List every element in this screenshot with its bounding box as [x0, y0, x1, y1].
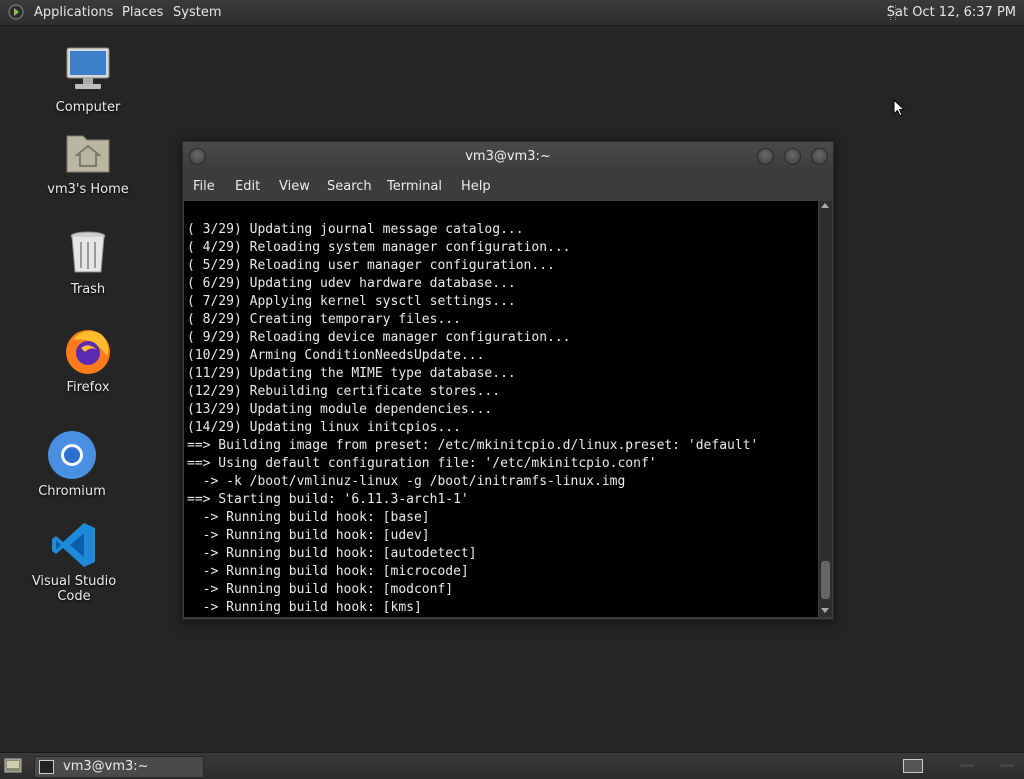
taskbar-item-label: vm3@vm3:~: [63, 759, 149, 774]
bottom-panel: vm3@vm3:~: [0, 752, 1024, 779]
terminal-output[interactable]: ( 3/29) Updating journal message catalog…: [184, 201, 818, 617]
menu-system[interactable]: System: [173, 0, 221, 25]
menu-terminal[interactable]: Terminal: [387, 179, 442, 194]
terminal-line: ( 3/29) Updating journal message catalog…: [187, 222, 524, 237]
menu-help[interactable]: Help: [461, 179, 491, 194]
terminal-line: (13/29) Updating module dependencies...: [187, 402, 493, 417]
desktop-icon-home[interactable]: vm3's Home: [28, 128, 148, 197]
top-panel: Applications Places System Sat Oct 12, 6…: [0, 0, 1024, 26]
desktop-icon-vscode[interactable]: Visual Studio Code: [14, 520, 134, 604]
terminal-icon: [39, 760, 54, 774]
menu-search[interactable]: Search: [327, 179, 372, 194]
show-desktop-icon[interactable]: [4, 758, 22, 773]
terminal-line: (14/29) Updating linux initcpios...: [187, 420, 461, 435]
terminal-line: -> -k /boot/vmlinuz-linux -g /boot/initr…: [187, 474, 626, 489]
mouse-cursor-icon: [893, 99, 905, 117]
desktop-icon-label: vm3's Home: [47, 182, 129, 197]
clock[interactable]: Sat Oct 12, 6:37 PM: [887, 0, 1016, 25]
window-titlebar[interactable]: vm3@vm3:~: [183, 142, 833, 172]
taskbar-item-terminal[interactable]: vm3@vm3:~: [34, 756, 204, 778]
terminal-line: -> Running build hook: [udev]: [187, 528, 430, 543]
scroll-up-arrow-icon[interactable]: [821, 203, 829, 208]
desktop-icon-label: Firefox: [66, 380, 110, 395]
menu-edit[interactable]: Edit: [235, 179, 260, 194]
menu-file[interactable]: File: [193, 179, 215, 194]
vscode-icon: [49, 520, 99, 570]
terminal-line: -> Running build hook: [base]: [187, 510, 430, 525]
workspace-3[interactable]: [1000, 764, 1014, 767]
applications-menu-icon[interactable]: [8, 4, 24, 20]
terminal-scrollbar[interactable]: [819, 201, 832, 617]
terminal-line: -> Running build hook: [microcode]: [187, 564, 469, 579]
desktop-icon-label: Computer: [55, 100, 121, 115]
terminal-line: ( 7/29) Applying kernel sysctl settings.…: [187, 294, 516, 309]
terminal-line: ( 6/29) Updating udev hardware database.…: [187, 276, 516, 291]
desktop-icon-chromium[interactable]: Chromium: [12, 430, 132, 499]
terminal-window[interactable]: vm3@vm3:~ File Edit View Search Terminal…: [182, 141, 834, 620]
window-title: vm3@vm3:~: [465, 149, 551, 164]
terminal-line: ( 9/29) Reloading device manager configu…: [187, 330, 571, 345]
terminal-line: ==> Using default configuration file: '/…: [187, 456, 657, 471]
terminal-line: -> Running build hook: [autodetect]: [187, 546, 477, 561]
terminal-line: (11/29) Updating the MIME type database.…: [187, 366, 516, 381]
terminal-line: ==> Building image from preset: /etc/mki…: [187, 438, 759, 453]
desktop-icon-label: Trash: [70, 282, 106, 297]
computer-icon: [63, 46, 113, 96]
terminal-line: ( 5/29) Reloading user manager configura…: [187, 258, 555, 273]
close-button[interactable]: [811, 148, 828, 165]
menu-applications[interactable]: Applications: [34, 0, 113, 25]
desktop-icon-firefox[interactable]: Firefox: [28, 326, 148, 395]
desktop-icon-trash[interactable]: Trash: [28, 228, 148, 297]
desktop-icon-label: Visual Studio Code: [31, 574, 117, 604]
scroll-down-arrow-icon[interactable]: [821, 608, 829, 613]
desktop-icon-computer[interactable]: Computer: [28, 46, 148, 115]
menu-view[interactable]: View: [279, 179, 310, 194]
terminal-menubar: File Edit View Search Terminal Help: [183, 173, 833, 201]
terminal-line: (12/29) Rebuilding certificate stores...: [187, 384, 501, 399]
terminal-line: -> Running build hook: [modconf]: [187, 582, 454, 597]
firefox-icon: [63, 326, 113, 376]
desktop-icon-label: Chromium: [38, 484, 106, 499]
terminal-line: ==> Starting build: '6.11.3-arch1-1': [187, 492, 469, 507]
scrollbar-thumb[interactable]: [821, 561, 830, 599]
workspace-2[interactable]: [960, 764, 974, 767]
menu-places[interactable]: Places: [122, 0, 163, 25]
maximize-button[interactable]: [784, 148, 801, 165]
home-folder-icon: [63, 128, 113, 178]
terminal-line: ( 4/29) Reloading system manager configu…: [187, 240, 571, 255]
terminal-line: ( 8/29) Creating temporary files...: [187, 312, 461, 327]
terminal-line: -> Running build hook: [kms]: [187, 600, 422, 615]
trash-icon: [63, 228, 113, 278]
workspace-1[interactable]: [903, 759, 923, 773]
minimize-button[interactable]: [757, 148, 774, 165]
chromium-icon: [47, 430, 97, 480]
terminal-line: (10/29) Arming ConditionNeedsUpdate...: [187, 348, 485, 363]
